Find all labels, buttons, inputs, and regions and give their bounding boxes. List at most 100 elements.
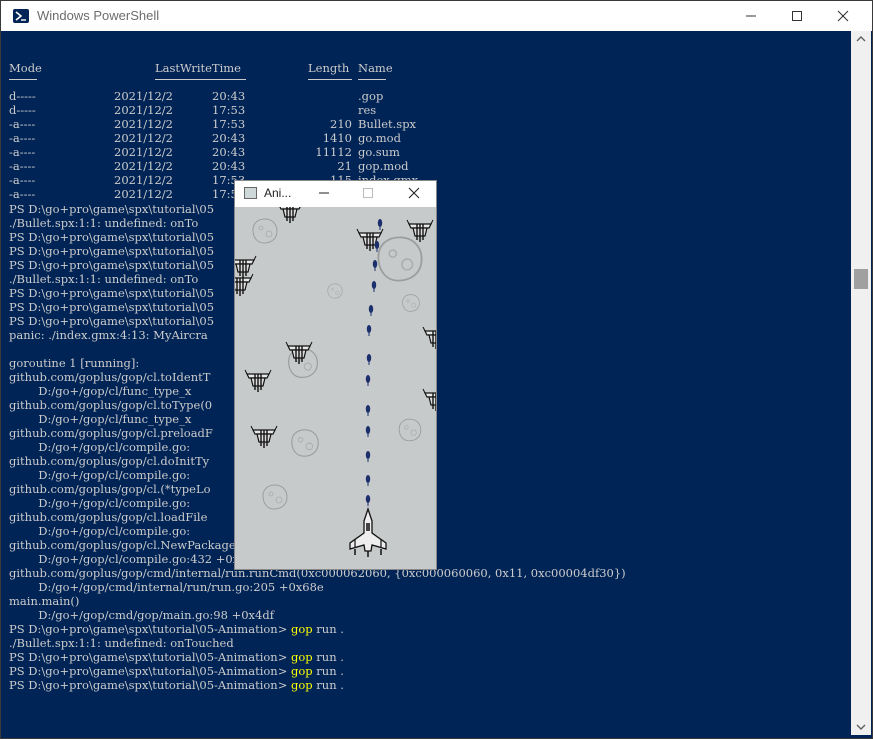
header-underline <box>9 79 37 80</box>
header-underline <box>358 79 386 80</box>
scroll-thumb[interactable] <box>854 269 868 289</box>
console-line-text: D:/go+/gop/cl/compile.go: <box>9 496 191 510</box>
listing-time: 20:43 <box>212 131 246 145</box>
bullet-icon <box>365 474 371 487</box>
minimize-button[interactable] <box>728 1 774 31</box>
console-line: github.com/goplus/gop/cl.preloadF <box>9 426 213 440</box>
console-line: PS D:\go+pro\game\spx\tutorial\05 <box>9 314 214 328</box>
console-line-text: ./Bullet.spx:1:1: undefined: onTo <box>9 272 199 286</box>
enemy-aircraft-icon <box>422 388 436 412</box>
console-line-text: PS D:\go+pro\game\spx\tutorial\05 <box>9 230 215 244</box>
console-line-text: PS D:\go+pro\game\spx\tutorial\05 <box>9 314 215 328</box>
bullet-icon <box>365 450 371 463</box>
console-line: D:/go+/gop/cl/compile.go: <box>9 440 190 454</box>
game-window[interactable]: Ani... <box>235 181 436 569</box>
listing-length: 210 <box>330 117 352 131</box>
console-line-text: github.com/goplus/gop/cl.loadFile <box>9 510 208 524</box>
console-line: PS D:\go+pro\game\spx\tutorial\05-Animat… <box>9 678 344 692</box>
enemy-aircraft-icon <box>244 369 272 393</box>
listing-name: gop.mod <box>358 159 409 173</box>
header-mode: Mode <box>9 61 42 75</box>
listing-date: 2021/12/2 <box>114 173 173 187</box>
listing-name: go.mod <box>358 131 401 145</box>
enemy-aircraft-icon <box>406 219 434 243</box>
command-name: gop <box>291 664 313 678</box>
console-line: main.main() <box>9 594 79 608</box>
bullet-icon <box>377 218 383 231</box>
listing-name: Bullet.spx <box>358 117 417 131</box>
listing-mode: -a---- <box>9 173 36 187</box>
powershell-titlebar[interactable]: Windows PowerShell <box>1 1 872 31</box>
listing-date: 2021/12/2 <box>114 117 173 131</box>
close-button[interactable] <box>820 1 866 31</box>
console-line-text: D:/go+/gop/cl/compile.go: <box>9 468 191 482</box>
enemy-aircraft-icon <box>250 425 278 449</box>
console-line: D:/go+/gop/cl/compile.go:432 +0x665 <box>9 552 261 566</box>
listing-time: 20:43 <box>212 159 246 173</box>
console-line-text: D:/go+/gop/cl/compile.go: <box>9 440 191 454</box>
listing-name: res <box>358 103 377 117</box>
bullet-icon <box>366 324 372 337</box>
console-line-text: ./Bullet.spx:1:1: undefined: onTouched <box>9 636 234 650</box>
asteroid-icon <box>402 294 420 312</box>
scroll-down-button[interactable] <box>851 719 871 735</box>
console-line: D:/go+/gop/cl/func_type_x <box>9 384 191 398</box>
maximize-icon <box>363 188 373 198</box>
console-line: PS D:\go+pro\game\spx\tutorial\05-Animat… <box>9 664 344 678</box>
console-line: D:/go+/gop/cl/compile.go: <box>9 524 190 538</box>
powershell-window: Windows PowerShell Mode LastWriteTime Le… <box>0 0 873 739</box>
console-line: ./Bullet.spx:1:1: undefined: onTo <box>9 216 198 230</box>
console-line: PS D:\go+pro\game\spx\tutorial\05 <box>9 202 214 216</box>
bullet-icon <box>368 304 374 317</box>
maximize-button[interactable] <box>774 1 820 31</box>
console-line-text: github.com/goplus/gop/cl.preloadF <box>9 426 213 440</box>
game-titlebar[interactable]: Ani... <box>235 181 436 207</box>
console-line: PS D:\go+pro\game\spx\tutorial\05 <box>9 244 214 258</box>
asteroid-icon <box>291 429 319 457</box>
listing-mode: -a---- <box>9 145 36 159</box>
console-line-text: PS D:\go+pro\game\spx\tutorial\05-Animat… <box>9 622 291 636</box>
console-line: goroutine 1 [running]: <box>9 356 139 370</box>
game-minimize-button[interactable] <box>302 181 346 207</box>
chevron-up-icon <box>856 36 866 42</box>
console-line-text: PS D:\go+pro\game\spx\tutorial\05-Animat… <box>9 664 291 678</box>
game-close-button[interactable] <box>392 181 436 207</box>
close-icon <box>408 187 420 199</box>
listing-time: 20:43 <box>212 145 246 159</box>
asteroid-icon <box>398 418 422 442</box>
listing-mode: -a---- <box>9 159 36 173</box>
chevron-down-icon <box>856 724 866 730</box>
bullet-icon <box>371 280 377 293</box>
asteroid-icon <box>252 218 278 244</box>
command-args: run . <box>312 650 344 664</box>
bullet-icon <box>365 494 371 507</box>
console-line: github.com/goplus/gop/cl.loadFile <box>9 510 207 524</box>
listing-name: .gop <box>358 89 384 103</box>
bullet-icon <box>366 353 372 366</box>
console-line: D:/go+/gop/cmd/gop/main.go:98 +0x4df <box>9 608 274 622</box>
listing-time: 17:53 <box>212 117 246 131</box>
powershell-icon <box>13 9 29 23</box>
header-name: Name <box>358 61 393 75</box>
listing-time: 20:43 <box>212 89 246 103</box>
console-line: D:/go+/gop/cl/compile.go: <box>9 496 190 510</box>
console-line-text: D:/go+/gop/cl/compile.go: <box>9 524 191 538</box>
scroll-up-button[interactable] <box>851 31 871 47</box>
console-line-text: D:/go+/gop/cmd/internal/run/run.go:205 +… <box>9 580 324 594</box>
app-window-icon <box>244 187 257 199</box>
asteroid-icon <box>377 236 423 282</box>
listing-mode: -a---- <box>9 117 36 131</box>
command-name: gop <box>291 622 313 636</box>
game-stage[interactable] <box>235 207 436 569</box>
console-line: D:/go+/gop/cl/func_type_x <box>9 412 191 426</box>
listing-date: 2021/12/2 <box>114 145 173 159</box>
console-line-text: panic: ./index.gmx:4:13: MyAircra <box>9 328 208 342</box>
console-line: panic: ./index.gmx:4:13: MyAircra <box>9 328 208 342</box>
close-icon <box>837 10 849 22</box>
header-underline <box>308 79 352 80</box>
command-args: run . <box>312 664 344 678</box>
vertical-scrollbar[interactable] <box>851 31 871 735</box>
listing-length: 1410 <box>322 131 352 145</box>
console-line-text: PS D:\go+pro\game\spx\tutorial\05 <box>9 286 215 300</box>
enemy-aircraft-icon <box>422 326 436 350</box>
